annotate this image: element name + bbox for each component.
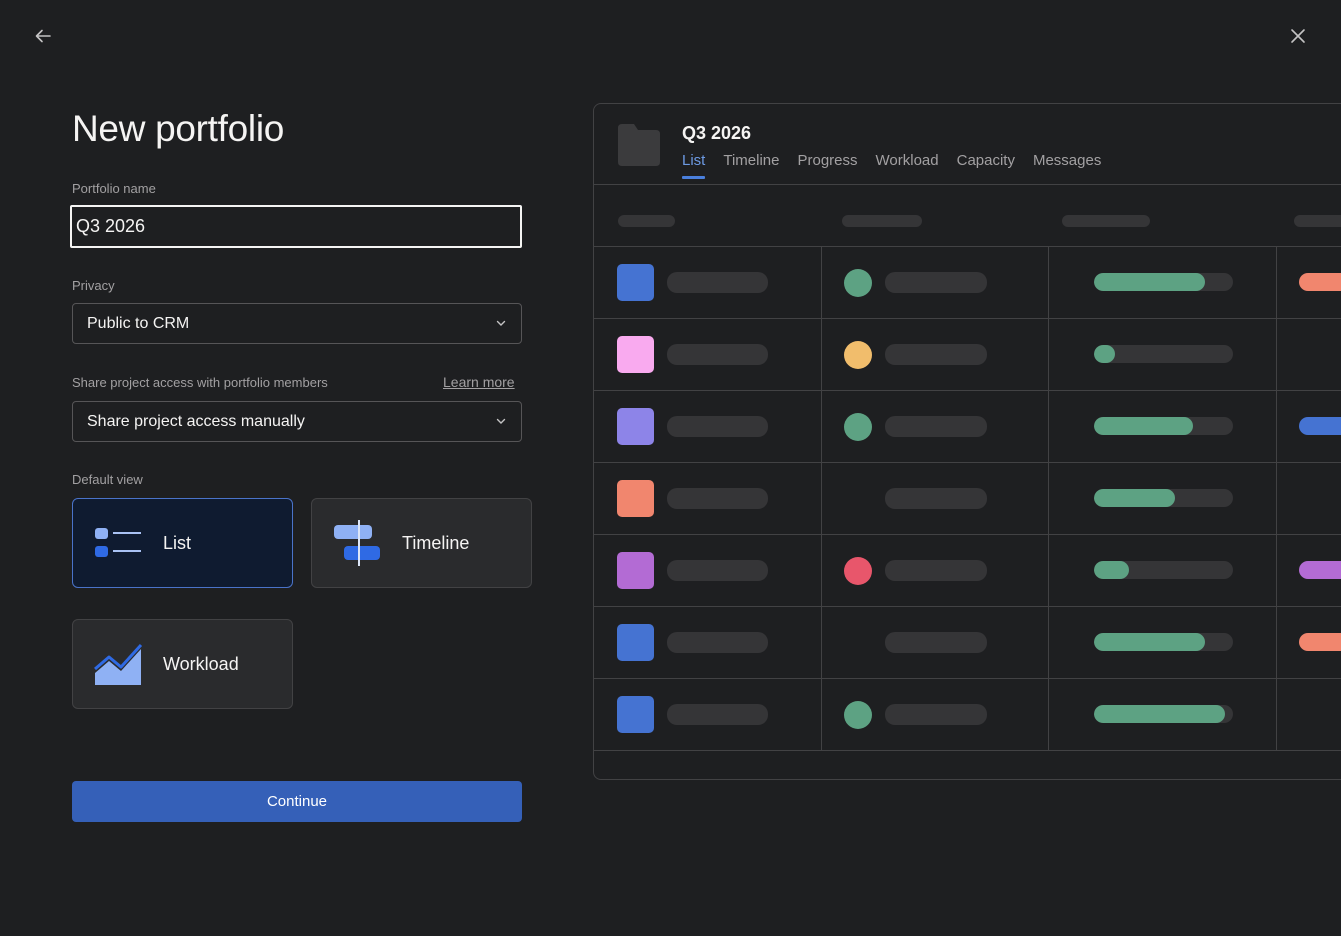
header-placeholder: [618, 215, 675, 227]
page-title: New portfolio: [72, 108, 285, 149]
header-placeholder: [1294, 215, 1341, 227]
progress-bar-fill: [1094, 345, 1115, 363]
project-color-swatch: [617, 336, 654, 373]
view-option-workload[interactable]: Workload: [72, 619, 293, 709]
column-divider: [1276, 246, 1277, 750]
preview-tabs: List Timeline Progress Workload Capacity…: [682, 152, 1102, 179]
share-access-label: Share project access with portfolio memb…: [72, 375, 328, 390]
preview-grid: [594, 184, 1341, 751]
close-icon: [1291, 29, 1305, 43]
list-view-icon: [95, 528, 141, 557]
learn-more-link[interactable]: Learn more: [443, 374, 515, 390]
status-placeholder: [885, 632, 987, 653]
view-option-timeline[interactable]: Timeline: [311, 498, 532, 588]
name-placeholder: [667, 344, 768, 365]
progress-bar-fill: [1094, 633, 1205, 651]
name-placeholder: [667, 704, 768, 725]
header-placeholder: [1062, 215, 1150, 227]
back-button[interactable]: [29, 22, 57, 50]
project-color-swatch: [617, 408, 654, 445]
header-placeholder: [842, 215, 922, 227]
owner-placeholder: [1299, 561, 1341, 579]
progress-bar: [1094, 345, 1233, 363]
tab-capacity: Capacity: [956, 152, 1015, 169]
tab-messages: Messages: [1032, 152, 1102, 169]
name-placeholder: [667, 272, 768, 293]
preview-row: [594, 679, 1341, 751]
progress-bar-fill: [1094, 489, 1175, 507]
progress-bar: [1094, 273, 1233, 291]
portfolio-name-input[interactable]: [70, 205, 522, 248]
status-placeholder: [885, 416, 987, 437]
progress-bar-fill: [1094, 273, 1205, 291]
preview-row: [594, 607, 1341, 679]
project-color-swatch: [617, 696, 654, 733]
continue-button[interactable]: Continue: [72, 781, 522, 822]
share-access-select[interactable]: Share project access manually: [72, 401, 522, 442]
privacy-select-value: Public to CRM: [87, 314, 190, 332]
preview-row: [594, 463, 1341, 535]
status-dot: [844, 269, 872, 297]
privacy-label: Privacy: [72, 278, 115, 293]
view-option-list[interactable]: List: [72, 498, 293, 588]
owner-placeholder: [1299, 273, 1341, 291]
status-dot: [844, 341, 872, 369]
column-divider: [821, 246, 822, 750]
progress-bar-fill: [1094, 417, 1193, 435]
project-color-swatch: [617, 264, 654, 301]
project-color-swatch: [617, 624, 654, 661]
status-placeholder: [885, 272, 987, 293]
arrow-left-icon: [35, 29, 51, 43]
project-color-swatch: [617, 480, 654, 517]
default-view-label: Default view: [72, 472, 143, 487]
portfolio-name-label: Portfolio name: [72, 181, 156, 196]
name-placeholder: [667, 488, 768, 509]
progress-bar: [1094, 705, 1233, 723]
chevron-down-icon: [496, 418, 506, 424]
progress-bar-fill: [1094, 705, 1225, 723]
column-divider: [1048, 246, 1049, 750]
preview-row: [594, 391, 1341, 463]
view-option-label: Timeline: [402, 532, 470, 553]
status-placeholder: [885, 560, 987, 581]
folder-icon: [618, 124, 660, 166]
close-button[interactable]: [1284, 22, 1312, 50]
preview-row: [594, 319, 1341, 391]
view-option-label: List: [163, 532, 192, 553]
view-option-label: Workload: [163, 653, 239, 674]
name-placeholder: [667, 560, 768, 581]
tab-list: List: [682, 152, 706, 179]
progress-bar: [1094, 489, 1233, 507]
status-placeholder: [885, 488, 987, 509]
name-placeholder: [667, 632, 768, 653]
preview-row: [594, 247, 1341, 319]
workload-view-icon: [94, 643, 143, 685]
preview-title: Q3 2026: [682, 123, 752, 143]
portfolio-preview: Q3 2026 List Timeline Progress Workload …: [593, 103, 1341, 780]
status-placeholder: [885, 344, 987, 365]
name-placeholder: [667, 416, 768, 437]
owner-placeholder: [1299, 633, 1341, 651]
progress-bar: [1094, 417, 1233, 435]
preview-header: Q3 2026 List Timeline Progress Workload …: [594, 104, 1341, 185]
share-access-select-value: Share project access manually: [87, 412, 305, 430]
privacy-select[interactable]: Public to CRM: [72, 303, 522, 344]
project-color-swatch: [617, 552, 654, 589]
status-dot: [844, 413, 872, 441]
status-dot: [844, 701, 872, 729]
tab-workload: Workload: [875, 152, 939, 169]
preview-row: [594, 535, 1341, 607]
status-placeholder: [885, 704, 987, 725]
tab-progress: Progress: [797, 152, 858, 169]
status-dot: [844, 557, 872, 585]
tab-timeline: Timeline: [723, 152, 780, 169]
timeline-view-icon: [334, 520, 380, 566]
progress-bar: [1094, 561, 1233, 579]
preview-header-row: [594, 184, 1341, 247]
progress-bar-fill: [1094, 561, 1129, 579]
progress-bar: [1094, 633, 1233, 651]
owner-placeholder: [1299, 417, 1341, 435]
chevron-down-icon: [496, 320, 506, 326]
